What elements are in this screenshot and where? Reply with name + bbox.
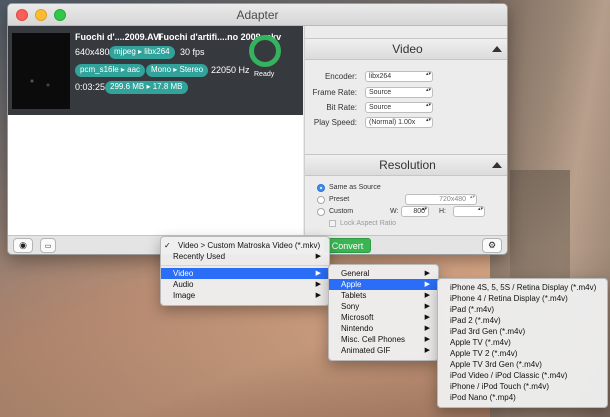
video-submenu: General ▶ Apple ▶ Tablets ▶ Sony ▶ Microsoft… [328,264,439,361]
preset-radio[interactable] [317,196,325,204]
submenu-item-apple[interactable]: Apple ▶ [329,279,438,290]
source-filename: Fuochi d'....2009.AVI [75,32,162,42]
apple-item[interactable]: Apple TV (*.m4v) [438,337,607,348]
menu-item-image[interactable]: Image ▶ [161,290,329,301]
bit-rate-select[interactable]: Source [365,102,433,113]
video-codec-badge: mjpeg ▸ libx264 [109,46,175,59]
play-speed-label: Play Speed: [313,118,357,127]
channels-badge: Mono ▸ Stereo [146,64,209,77]
bit-rate-label: Bit Rate: [326,103,357,112]
console-button[interactable]: ▭ [40,238,56,253]
preset-label: Preset [329,196,350,203]
status-label: Ready [254,71,275,78]
play-speed-select[interactable]: (Normal) 1.00x [365,117,433,128]
same-as-source-label: Same as Source [329,184,381,191]
apple-submenu: iPhone 4S, 5, 5S / Retina Display (*.m4v… [437,278,608,408]
gear-icon: ⚙ [487,240,497,250]
submenu-item-animated-gif[interactable]: Animated GIF ▶ [329,345,438,356]
title-bar[interactable]: Adapter [8,4,507,26]
submenu-item-tablets[interactable]: Tablets ▶ [329,290,438,301]
collapse-icon[interactable] [492,162,502,168]
menu-separator [161,265,329,266]
menu-item-recently-used[interactable]: Recently Used ▶ [161,251,329,262]
submenu-item-sony[interactable]: Sony ▶ [329,301,438,312]
resolution-text: 640x480 [75,47,110,57]
file-list[interactable]: Fuochi d'....2009.AVI Fuochi d'artifi...… [8,26,303,235]
audio-codec-badge: pcm_s16le ▸ aac [75,64,146,77]
custom-label: Custom [329,208,354,215]
apple-item[interactable]: iPhone 4S, 5, 5S / Retina Display (*.m4v… [438,282,607,293]
apple-item[interactable]: Apple TV 3rd Gen (*.m4v) [438,359,607,370]
encoder-label: Encoder: [324,72,357,81]
duration-text: 0:03:25 [75,82,106,92]
height-input[interactable] [453,206,485,217]
sample-rate-text: 22050 Hz [211,65,250,75]
file-item[interactable]: Fuochi d'....2009.AVI Fuochi d'artifi...… [8,26,303,115]
submenu-item-nintendo[interactable]: Nintendo ▶ [329,323,438,334]
convert-button[interactable]: Convert [324,238,371,253]
settings-panel: Video Encoder: libx264 Frame Rate: Sourc… [304,26,507,235]
resolution-section-header[interactable]: Resolution [305,154,507,176]
submenu-item-microsoft[interactable]: Microsoft ▶ [329,312,438,323]
height-label: H: [439,208,446,215]
apple-item[interactable]: iPod Video / iPod Classic (*.m4v) [438,370,607,381]
fps-text: 30 fps [180,47,205,57]
menu-item-audio[interactable]: Audio ▶ [161,279,329,290]
video-section-header[interactable]: Video [305,38,507,60]
width-input[interactable]: 800 [401,206,429,217]
settings-button[interactable]: ⚙ [482,238,502,253]
submenu-item-general[interactable]: General ▶ [329,268,438,279]
encoder-select[interactable]: libx264 [365,71,433,82]
app-window: Adapter Fuochi d'....2009.AVI Fuochi d'a… [7,3,508,255]
collapse-icon[interactable] [492,46,502,52]
apple-item[interactable]: iPad 3rd Gen (*.m4v) [438,326,607,337]
resolution-section-title: Resolution [379,158,436,172]
progress-ring [249,35,281,67]
menu-item-current[interactable]: ✓ Video > Custom Matroska Video (*.mkv) [161,240,329,251]
apple-item[interactable]: iPod Nano (*.mp4) [438,392,607,403]
video-section-title: Video [392,42,423,56]
preset-select[interactable]: 720x480 [405,194,477,205]
terminal-icon: ▭ [44,242,52,250]
format-menu: ✓ Video > Custom Matroska Video (*.mkv) R… [160,236,330,306]
eye-icon: ◉ [19,240,27,250]
frame-rate-label: Frame Rate: [312,88,357,97]
preview-button[interactable]: ◉ [13,238,33,253]
window-title: Adapter [236,8,279,22]
apple-item[interactable]: iPhone / iPod Touch (*.m4v) [438,381,607,392]
menu-item-video[interactable]: Video ▶ [161,268,329,279]
same-as-source-radio[interactable] [317,184,325,192]
submenu-item-misc-cell-phones[interactable]: Misc. Cell Phones ▶ [329,334,438,345]
apple-item[interactable]: Apple TV 2 (*.m4v) [438,348,607,359]
width-label: W: [390,208,399,215]
custom-radio[interactable] [317,208,325,216]
size-badge: 299.6 MB ▸ 17.8 MB [105,81,188,94]
apple-item[interactable]: iPad (*.m4v) [438,304,607,315]
apple-item[interactable]: iPhone 4 / Retina Display (*.m4v) [438,293,607,304]
apple-item[interactable]: iPad 2 (*.m4v) [438,315,607,326]
video-thumbnail [12,33,70,109]
frame-rate-select[interactable]: Source [365,87,433,98]
lock-aspect-label: Lock Aspect Ratio [340,220,397,227]
lock-aspect-checkbox[interactable] [329,220,336,227]
